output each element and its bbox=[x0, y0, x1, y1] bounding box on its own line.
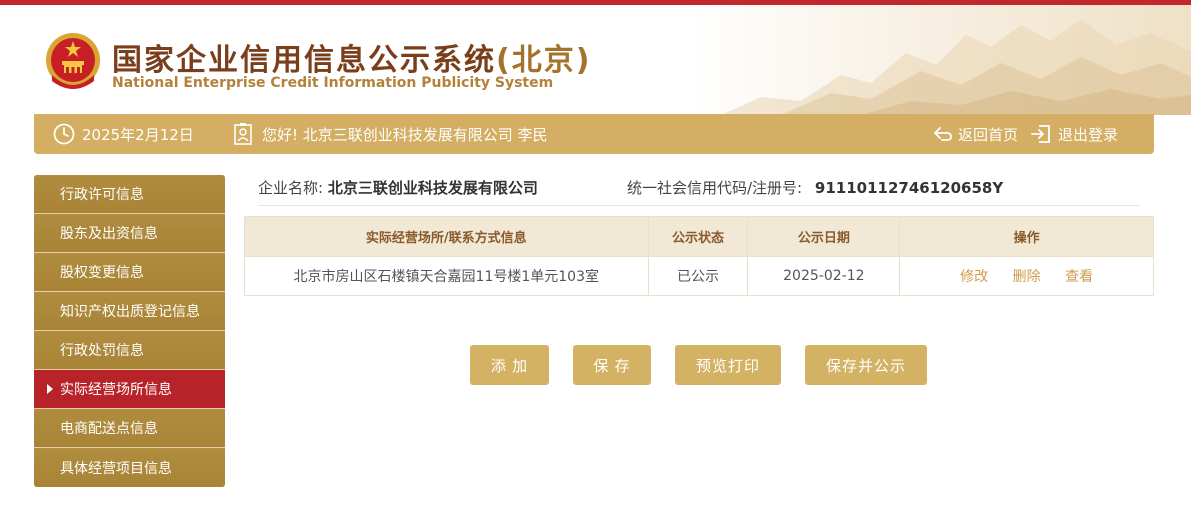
save-button[interactable]: 保 存 bbox=[573, 345, 651, 385]
add-button[interactable]: 添 加 bbox=[470, 345, 549, 385]
national-emblem-icon bbox=[46, 33, 100, 89]
date-display: 2025年2月12日 bbox=[52, 114, 194, 154]
sidebar-item-administrative-license[interactable]: 行政许可信息 bbox=[34, 175, 225, 214]
logout-icon bbox=[1031, 125, 1050, 143]
company-name-label: 企业名称: bbox=[258, 179, 324, 197]
sidebar-menu: 行政许可信息 股东及出资信息 股权变更信息 知识产权出质登记信息 行政处罚信息 … bbox=[34, 175, 225, 487]
sidebar-item-equity-change[interactable]: 股权变更信息 bbox=[34, 253, 225, 292]
cell-date: 2025-02-12 bbox=[747, 256, 901, 296]
sidebar-item-ip-pledge[interactable]: 知识产权出质登记信息 bbox=[34, 292, 225, 331]
sidebar-item-label: 电商配送点信息 bbox=[60, 421, 158, 437]
site-title-english: National Enterprise Credit Information P… bbox=[112, 75, 554, 91]
sidebar-item-ecommerce-delivery[interactable]: 电商配送点信息 bbox=[34, 409, 225, 448]
logout-label: 退出登录 bbox=[1058, 125, 1119, 144]
logout-link[interactable]: 退出登录 bbox=[1030, 114, 1118, 154]
sidebar-item-label: 行政处罚信息 bbox=[60, 343, 144, 359]
sidebar-item-shareholders[interactable]: 股东及出资信息 bbox=[34, 214, 225, 253]
sidebar-item-business-premises[interactable]: 实际经营场所信息 bbox=[34, 370, 225, 409]
preview-print-button[interactable]: 预览打印 bbox=[675, 345, 781, 385]
cell-actions: 修改 删除 查看 bbox=[899, 256, 1154, 296]
cell-address: 北京市房山区石楼镇天合嘉园11号楼1单元103室 bbox=[244, 256, 649, 296]
business-premises-table: 实际经营场所/联系方式信息 公示状态 公示日期 操作 北京市房山区石楼镇天合嘉园… bbox=[244, 216, 1154, 296]
site-title-main: 国家企业信用信息公示系统 bbox=[112, 43, 496, 78]
info-divider bbox=[258, 205, 1140, 206]
company-name-value: 北京三联创业科技发展有限公司 bbox=[327, 179, 538, 197]
sidebar-item-label: 行政许可信息 bbox=[60, 187, 144, 203]
company-name-row: 企业名称: 北京三联创业科技发展有限公司 bbox=[258, 177, 538, 198]
mountain-landscape-decoration bbox=[721, 19, 1191, 115]
cell-status: 已公示 bbox=[647, 256, 749, 296]
user-badge-icon bbox=[234, 123, 252, 145]
credit-code-row: 统一社会信用代码/注册号: 91110112746120658Y bbox=[627, 177, 1003, 198]
sidebar-item-label: 股东及出资信息 bbox=[60, 226, 158, 242]
sidebar-item-business-items[interactable]: 具体经营项目信息 bbox=[34, 448, 225, 487]
site-title: 国家企业信用信息公示系统(北京) bbox=[112, 35, 591, 79]
credit-code-label: 统一社会信用代码/注册号: bbox=[627, 179, 803, 197]
company-info: 企业名称: 北京三联创业科技发展有限公司 统一社会信用代码/注册号: 91110… bbox=[258, 175, 1138, 205]
clock-icon bbox=[53, 123, 75, 145]
greeting-text: 您好! 北京三联创业科技发展有限公司 李民 bbox=[262, 125, 548, 144]
table-header-row: 实际经营场所/联系方式信息 公示状态 公示日期 操作 bbox=[244, 216, 1154, 257]
top-info-bar: 2025年2月12日 您好! 北京三联创业科技发展有限公司 李民 返回首页 退出… bbox=[34, 114, 1154, 154]
sidebar-item-label: 知识产权出质登记信息 bbox=[60, 304, 200, 320]
site-title-region: (北京) bbox=[496, 43, 592, 78]
view-link[interactable]: 查看 bbox=[1065, 269, 1093, 285]
sidebar-item-administrative-penalty[interactable]: 行政处罚信息 bbox=[34, 331, 225, 370]
sidebar-item-label: 股权变更信息 bbox=[60, 265, 144, 281]
delete-link[interactable]: 删除 bbox=[1013, 269, 1041, 285]
column-header-status: 公示状态 bbox=[647, 216, 749, 257]
column-header-address: 实际经营场所/联系方式信息 bbox=[244, 216, 649, 257]
active-arrow-icon bbox=[47, 384, 53, 394]
return-arrow-icon bbox=[934, 127, 952, 141]
user-greeting: 您好! 北京三联创业科技发展有限公司 李民 bbox=[232, 114, 548, 154]
save-publish-button[interactable]: 保存并公示 bbox=[805, 345, 927, 385]
current-date: 2025年2月12日 bbox=[82, 125, 194, 144]
back-home-link[interactable]: 返回首页 bbox=[932, 114, 1018, 154]
table-row: 北京市房山区石楼镇天合嘉园11号楼1单元103室 已公示 2025-02-12 … bbox=[244, 256, 1154, 296]
edit-link[interactable]: 修改 bbox=[960, 269, 988, 285]
credit-code-value: 91110112746120658Y bbox=[814, 179, 1004, 197]
back-home-label: 返回首页 bbox=[958, 125, 1019, 144]
sidebar-item-label: 具体经营项目信息 bbox=[60, 460, 172, 477]
column-header-date: 公示日期 bbox=[747, 216, 901, 257]
column-header-actions: 操作 bbox=[899, 216, 1154, 257]
sidebar-item-label: 实际经营场所信息 bbox=[60, 382, 172, 398]
site-header: 国家企业信用信息公示系统(北京) National Enterprise Cre… bbox=[0, 5, 1191, 115]
